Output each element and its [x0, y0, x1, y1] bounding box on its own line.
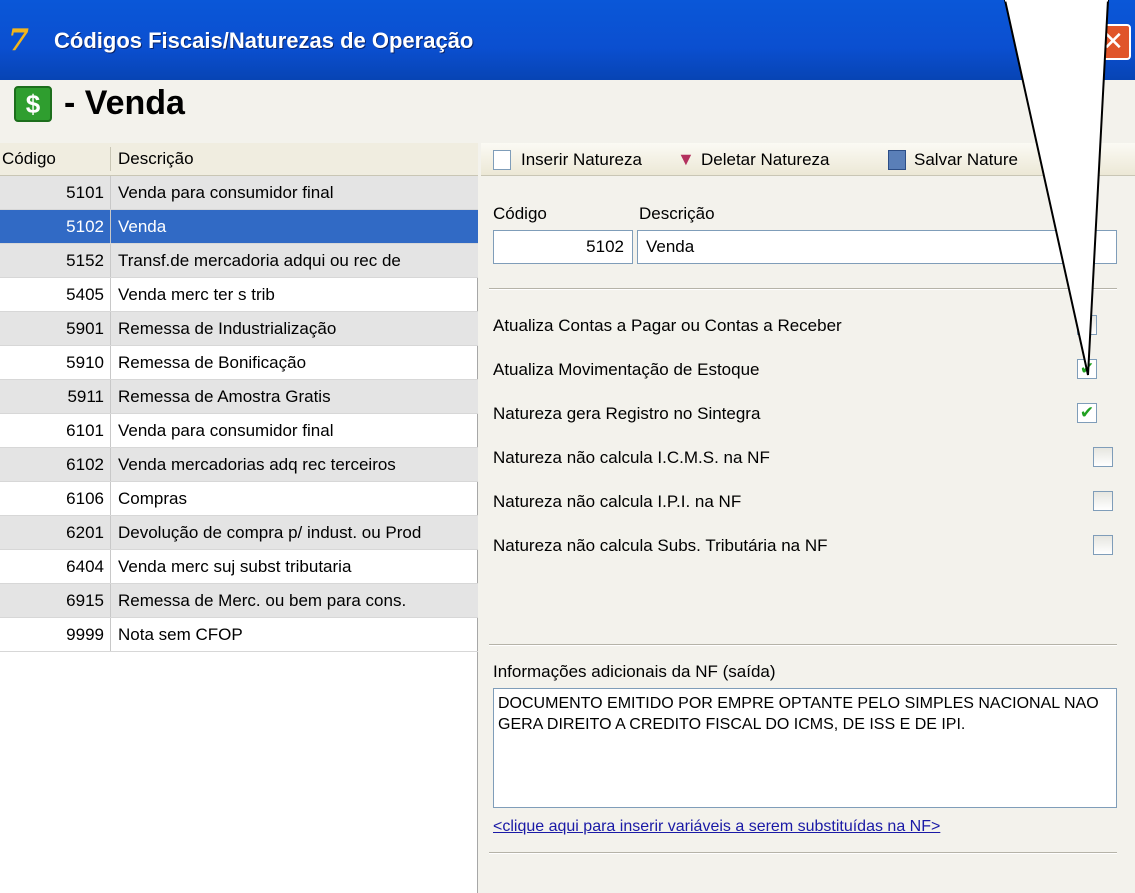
- list-item[interactable]: 6915 Remessa de Merc. ou bem para cons.: [0, 584, 478, 618]
- column-divider: [110, 346, 111, 379]
- item-code: 6201: [66, 523, 104, 542]
- item-description: Venda para consumidor final: [118, 183, 334, 202]
- option-checkbox[interactable]: ✔: [1077, 359, 1097, 379]
- item-code: 5102: [66, 217, 104, 236]
- divider: [489, 644, 1117, 646]
- insert-variables-link[interactable]: <clique aqui para inserir variáveis a se…: [493, 818, 940, 836]
- code-field[interactable]: 5102: [493, 230, 633, 264]
- title-bar[interactable]: 7 Códigos Fiscais/Naturezas de Operação …: [0, 0, 1135, 80]
- item-description: Remessa de Amostra Gratis: [118, 387, 331, 406]
- nature-list[interactable]: Código Descrição 5101 Venda para consumid…: [0, 143, 478, 893]
- item-description: Venda: [118, 217, 167, 236]
- item-description: Remessa de Bonificação: [118, 353, 307, 372]
- option-label: Natureza gera Registro no Sintegra: [493, 404, 761, 423]
- column-header-description[interactable]: Descrição: [118, 149, 194, 169]
- item-description: Remessa de Industrialização: [118, 319, 337, 338]
- delete-nature-button[interactable]: Deletar Natureza: [701, 150, 830, 170]
- item-description: Transf.de mercadoria adqui ou rec de: [118, 251, 401, 270]
- item-description: Venda merc ter s trib: [118, 285, 275, 304]
- column-divider: [110, 278, 111, 311]
- list-item[interactable]: 6404 Venda merc suj subst tributaria: [0, 550, 478, 584]
- close-button[interactable]: ✕: [1095, 24, 1131, 60]
- column-header-code[interactable]: Código: [2, 149, 56, 169]
- new-document-icon[interactable]: [493, 150, 511, 170]
- item-description: Remessa de Merc. ou bem para cons.: [118, 591, 407, 610]
- item-code: 6102: [66, 455, 104, 474]
- list-item[interactable]: 5901 Remessa de Industrialização: [0, 312, 478, 346]
- nature-form: Código Descrição 5102 Venda Atualiza Con…: [481, 176, 1135, 893]
- option-label: Natureza não calcula I.P.I. na NF: [493, 492, 742, 511]
- divider: [489, 852, 1117, 854]
- code-label: Código: [493, 204, 547, 223]
- toolbar: Inserir Natureza ▼ Deletar Natureza Salv…: [481, 143, 1135, 176]
- list-item[interactable]: 6102 Venda mercadorias adq rec terceiros: [0, 448, 478, 482]
- item-description: Nota sem CFOP: [118, 625, 243, 644]
- item-description: Venda mercadorias adq rec terceiros: [118, 455, 396, 474]
- column-divider: [110, 414, 111, 447]
- item-code: 6101: [66, 421, 104, 440]
- item-code: 5901: [66, 319, 104, 338]
- divider: [489, 288, 1117, 290]
- item-code: 6915: [66, 591, 104, 610]
- page-title: - Venda: [64, 84, 185, 122]
- save-nature-button[interactable]: Salvar Nature: [914, 150, 1018, 170]
- item-code: 5910: [66, 353, 104, 372]
- item-code: 5101: [66, 183, 104, 202]
- option-label: Natureza não calcula I.C.M.S. na NF: [493, 448, 770, 467]
- column-divider: [110, 312, 111, 345]
- option-checkbox[interactable]: [1093, 491, 1113, 511]
- insert-nature-button[interactable]: Inserir Natureza: [521, 150, 642, 170]
- item-code: 5152: [66, 251, 104, 270]
- list-item[interactable]: 5405 Venda merc ter s trib: [0, 278, 478, 312]
- list-item[interactable]: 5911 Remessa de Amostra Gratis: [0, 380, 478, 414]
- column-divider: [110, 380, 111, 413]
- option-label: Atualiza Contas a Pagar ou Contas a Rece…: [493, 316, 842, 335]
- column-divider: [110, 210, 111, 243]
- option-checkbox[interactable]: [1093, 447, 1113, 467]
- list-header: Código Descrição: [0, 143, 478, 176]
- column-divider: [110, 516, 111, 549]
- app-logo-icon: 7: [8, 23, 29, 58]
- option-checkbox[interactable]: ✔: [1077, 403, 1097, 423]
- item-description: Devolução de compra p/ indust. ou Prod: [118, 523, 422, 542]
- delete-funnel-icon[interactable]: ▼: [677, 150, 695, 170]
- save-disk-icon[interactable]: [888, 150, 906, 170]
- dollar-icon: $: [14, 86, 52, 122]
- window-title: Códigos Fiscais/Naturezas de Operação: [54, 28, 474, 53]
- column-divider[interactable]: [110, 147, 111, 171]
- column-divider: [110, 618, 111, 651]
- list-item[interactable]: 6106 Compras: [0, 482, 478, 516]
- list-item[interactable]: 5152 Transf.de mercadoria adqui ou rec de: [0, 244, 478, 278]
- item-description: Compras: [118, 489, 187, 508]
- column-divider: [110, 550, 111, 583]
- additional-info-textarea[interactable]: DOCUMENTO EMITIDO POR EMPRE OPTANTE PELO…: [493, 688, 1117, 808]
- info-label: Informações adicionais da NF (saída): [493, 662, 776, 681]
- column-divider: [110, 482, 111, 515]
- app-window: 7 Códigos Fiscais/Naturezas de Operação …: [0, 0, 1135, 893]
- description-field[interactable]: Venda: [637, 230, 1117, 264]
- item-description: Venda merc suj subst tributaria: [118, 557, 352, 576]
- item-code: 5405: [66, 285, 104, 304]
- column-divider: [110, 448, 111, 481]
- list-item[interactable]: 5102 Venda: [0, 210, 478, 244]
- item-code: 9999: [66, 625, 104, 644]
- description-label: Descrição: [639, 204, 715, 223]
- item-code: 6404: [66, 557, 104, 576]
- list-item[interactable]: 5101 Venda para consumidor final: [0, 176, 478, 210]
- list-item[interactable]: 5910 Remessa de Bonificação: [0, 346, 478, 380]
- list-item[interactable]: 6101 Venda para consumidor final: [0, 414, 478, 448]
- item-code: 6106: [66, 489, 104, 508]
- column-divider: [110, 176, 111, 209]
- option-checkbox[interactable]: [1093, 535, 1113, 555]
- option-label: Atualiza Movimentação de Estoque: [493, 360, 760, 379]
- item-code: 5911: [67, 387, 104, 406]
- item-description: Venda para consumidor final: [118, 421, 334, 440]
- maximize-button[interactable]: [1017, 24, 1053, 60]
- column-divider: [110, 584, 111, 617]
- list-item[interactable]: 6201 Devolução de compra p/ indust. ou Pr…: [0, 516, 478, 550]
- column-divider: [110, 244, 111, 277]
- option-label: Natureza não calcula Subs. Tributária na…: [493, 536, 828, 555]
- option-checkbox[interactable]: [1077, 315, 1097, 335]
- list-item[interactable]: 9999 Nota sem CFOP: [0, 618, 478, 652]
